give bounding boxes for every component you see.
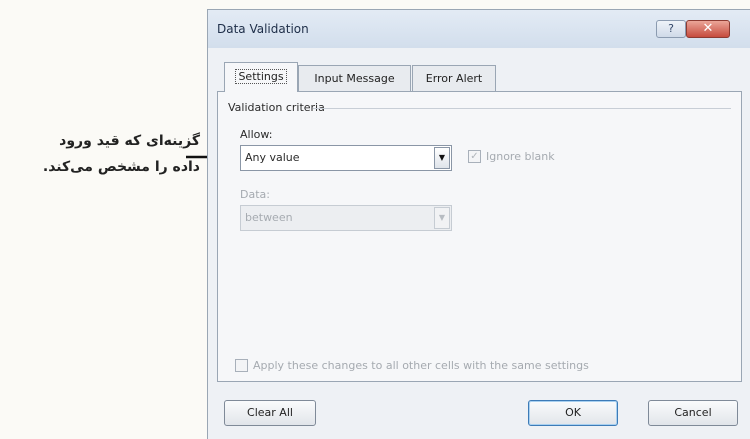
clear-all-button[interactable]: Clear All — [224, 400, 316, 426]
close-button[interactable]: ✕ — [686, 20, 730, 38]
ok-button[interactable]: OK — [528, 400, 618, 426]
title-bar: Data Validation ? ✕ — [208, 10, 750, 48]
data-label: Data: — [240, 188, 270, 201]
group-divider — [313, 108, 731, 109]
validation-criteria-label: Validation criteria — [228, 101, 325, 114]
allow-label: Allow: — [240, 128, 273, 141]
chevron-down-icon[interactable]: ▼ — [434, 207, 450, 229]
apply-to-all-label: Apply these changes to all other cells w… — [253, 359, 589, 372]
help-button[interactable]: ? — [656, 20, 686, 38]
apply-to-all-checkbox[interactable] — [235, 359, 248, 372]
tab-settings[interactable]: Settings — [224, 62, 298, 92]
data-value: between — [245, 211, 293, 224]
tab-settings-label: Settings — [235, 69, 287, 84]
cancel-button[interactable]: Cancel — [648, 400, 738, 426]
annotation-line: داده را مشخص می‌کند. — [42, 159, 200, 175]
ignore-blank-checkbox[interactable]: ✓ — [468, 150, 481, 163]
data-dropdown[interactable]: between ▼ — [240, 205, 452, 231]
dialog-title: Data Validation — [217, 22, 309, 36]
tab-input-message-label: Input Message — [314, 72, 395, 85]
tab-input-message[interactable]: Input Message — [298, 65, 411, 91]
annotation-line: گزینه‌ای که قید ورود — [59, 133, 200, 149]
chevron-down-icon[interactable]: ▼ — [434, 147, 450, 169]
data-validation-dialog: Data Validation ? ✕ Settings Input Messa… — [207, 9, 750, 439]
annotation-callout: گزینه‌ای که قید ورود داده را مشخص می‌کند… — [0, 128, 200, 180]
tab-error-alert-label: Error Alert — [425, 72, 483, 85]
allow-value: Any value — [245, 151, 300, 164]
settings-panel: Validation criteria Allow: Any value ▼ ✓… — [217, 91, 742, 382]
allow-dropdown[interactable]: Any value ▼ — [240, 145, 452, 171]
tab-error-alert[interactable]: Error Alert — [412, 65, 496, 91]
ignore-blank-label: Ignore blank — [486, 150, 555, 163]
